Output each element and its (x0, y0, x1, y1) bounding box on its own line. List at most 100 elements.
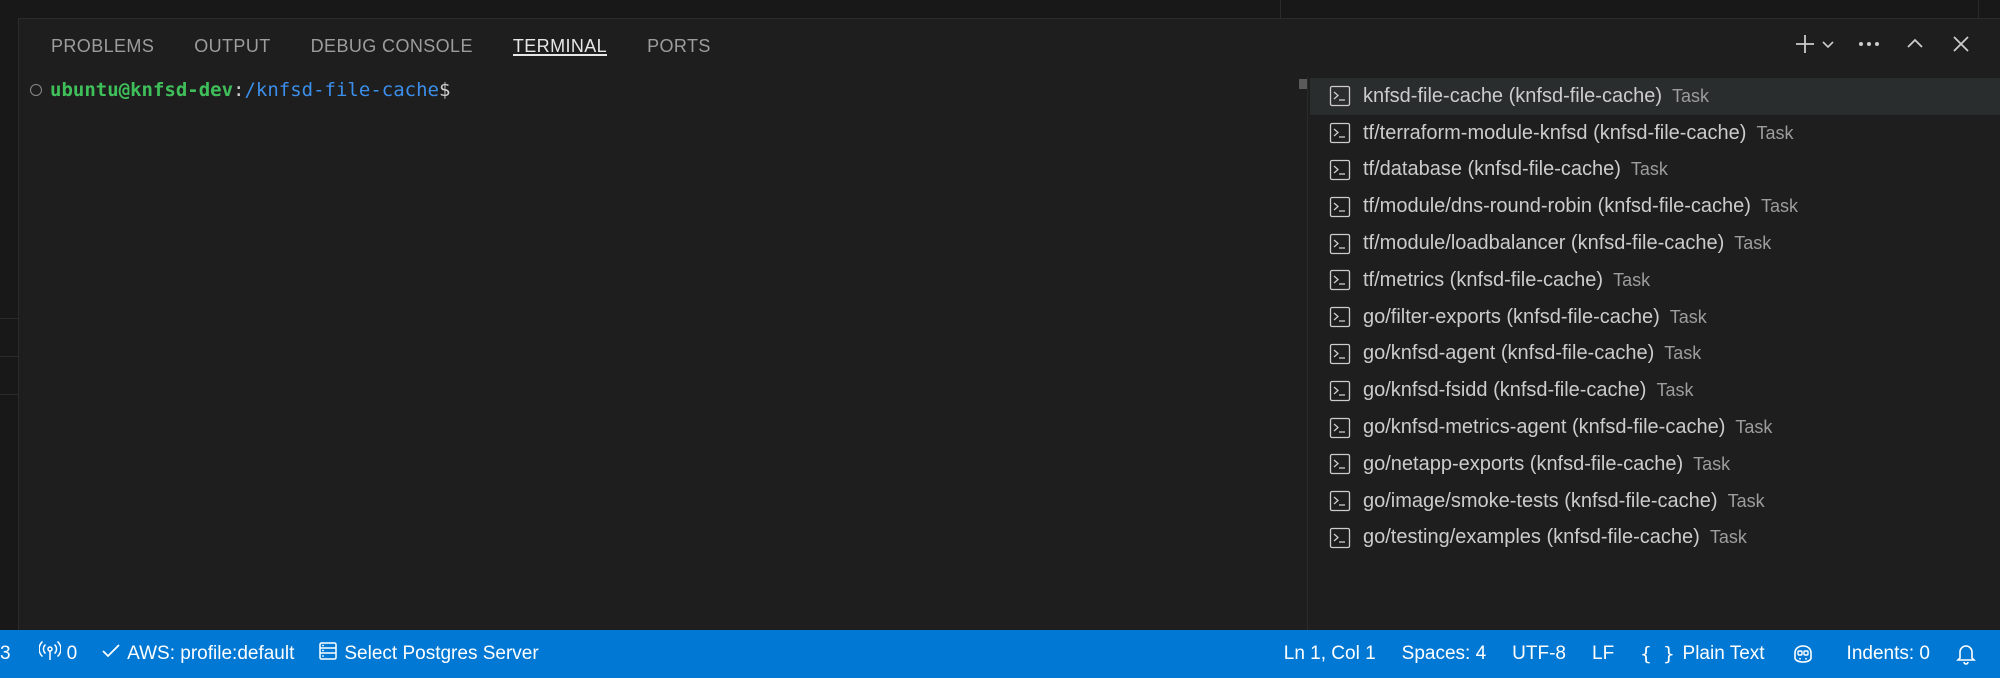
status-ports[interactable]: 0 (23, 630, 90, 678)
broadcast-icon (38, 640, 67, 667)
status-bar-left: 3 0 AWS: profile:default Select Postgres… (0, 630, 551, 678)
terminal-list-sash[interactable] (1307, 77, 1308, 630)
terminal-kind: Task (1669, 306, 1707, 327)
chevron-down-icon[interactable] (1820, 31, 1836, 57)
status-indentation[interactable]: Spaces: 4 (1388, 630, 1499, 678)
database-icon (318, 641, 344, 667)
terminal-list-item[interactable]: tf/terraform-module-knfsd (knfsd-file-ca… (1310, 115, 2000, 152)
terminal-icon (1329, 417, 1351, 439)
terminal-kind: Task (1727, 490, 1765, 511)
status-language-label: Plain Text (1682, 643, 1765, 664)
terminal-list-item[interactable]: tf/module/loadbalancer (knfsd-file-cache… (1310, 225, 2000, 262)
status-aws-profile[interactable]: AWS: profile:default (89, 630, 306, 678)
prompt-path: /knfsd-file-cache (244, 79, 439, 101)
chevron-up-icon[interactable] (1902, 31, 1928, 57)
terminal-icon (1329, 380, 1351, 402)
terminal-kind: Task (1734, 233, 1772, 254)
terminal-list-item[interactable]: go/knfsd-fsidd (knfsd-file-cache) Task (1310, 372, 2000, 409)
tab-debug-console[interactable]: DEBUG CONSOLE (311, 19, 473, 60)
terminal-name: go/filter-exports (knfsd-file-cache) (1363, 305, 1660, 328)
divider (1280, 0, 1281, 18)
terminal-icon (1329, 196, 1351, 218)
terminal-kind: Task (1630, 159, 1668, 180)
terminal-name: go/testing/examples (knfsd-file-cache) (1363, 526, 1700, 549)
terminal-kind: Task (1756, 122, 1794, 143)
terminal-kind: Task (1760, 196, 1798, 217)
status-eol[interactable]: LF (1578, 630, 1626, 678)
terminal-kind: Task (1656, 380, 1694, 401)
command-decoration-icon[interactable] (30, 84, 42, 96)
braces-icon: { } (1640, 643, 1675, 665)
close-icon[interactable] (1948, 31, 1974, 57)
prompt-user-host: ubuntu@knfsd-dev (50, 79, 234, 101)
status-ports-count: 0 (66, 643, 78, 664)
terminal-name: tf/terraform-module-knfsd (knfsd-file-ca… (1363, 121, 1747, 144)
tab-ports[interactable]: PORTS (647, 19, 711, 60)
status-cursor-position[interactable]: Ln 1, Col 1 (1272, 630, 1388, 678)
terminal-icon (1329, 233, 1351, 255)
terminal-name: go/knfsd-fsidd (knfsd-file-cache) (1363, 379, 1647, 402)
check-icon (101, 642, 127, 666)
editor-bottom-border (18, 0, 2000, 19)
status-count[interactable]: 3 (0, 630, 23, 678)
terminal-list-item[interactable]: tf/module/dns-round-robin (knfsd-file-ca… (1310, 188, 2000, 225)
terminal-icon (1329, 306, 1351, 328)
terminal-list-item[interactable]: go/filter-exports (knfsd-file-cache) Tas… (1310, 299, 2000, 336)
editor-edge (0, 0, 19, 630)
terminal-icon (1329, 159, 1351, 181)
terminal-kind: Task (1709, 527, 1747, 548)
bottom-panel: PROBLEMS OUTPUT DEBUG CONSOLE TERMINAL P… (19, 19, 2000, 630)
divider (0, 318, 18, 319)
terminal-icon (1329, 85, 1351, 107)
tab-terminal[interactable]: TERMINAL (512, 19, 608, 60)
bell-icon[interactable] (1942, 630, 2000, 678)
terminal-name: tf/metrics (knfsd-file-cache) (1363, 268, 1604, 291)
terminal-icon (1329, 453, 1351, 475)
terminal-prompt[interactable]: ubuntu@knfsd-dev : /knfsd-file-cache $ (30, 77, 450, 103)
terminal-name: go/netapp-exports (knfsd-file-cache) (1363, 452, 1684, 475)
status-indents[interactable]: Indents: 0 (1833, 630, 1942, 678)
terminal-list-item[interactable]: knfsd-file-cache (knfsd-file-cache) Task (1310, 78, 2000, 115)
terminal-icon (1329, 269, 1351, 291)
terminal-icon (1329, 343, 1351, 365)
divider (0, 356, 18, 357)
terminal-list-item[interactable]: go/knfsd-metrics-agent (knfsd-file-cache… (1310, 409, 2000, 446)
terminal-tabs-list: knfsd-file-cache (knfsd-file-cache) Task… (1310, 78, 2000, 630)
divider (0, 394, 18, 395)
terminal-kind: Task (1664, 343, 1702, 364)
tab-output[interactable]: OUTPUT (194, 19, 270, 60)
status-aws-label: AWS: profile:default (127, 643, 295, 664)
scrollbar-thumb[interactable] (1299, 79, 1307, 89)
terminal-list-item[interactable]: tf/database (knfsd-file-cache) Task (1310, 152, 2000, 189)
status-count-label: 3 (0, 643, 11, 664)
status-bar-right: Ln 1, Col 1 Spaces: 4 UTF-8 LF { } Plain… (1272, 630, 2000, 678)
prompt-symbol: $ (438, 79, 451, 101)
panel-actions (1792, 31, 1974, 57)
terminal-list-item[interactable]: tf/metrics (knfsd-file-cache) Task (1310, 262, 2000, 299)
terminal-list-item[interactable]: go/testing/examples (knfsd-file-cache) T… (1310, 520, 2000, 557)
tab-problems[interactable]: PROBLEMS (51, 19, 154, 60)
copilot-icon[interactable] (1777, 630, 1833, 678)
divider (1978, 0, 1979, 18)
terminal-list-item[interactable]: go/netapp-exports (knfsd-file-cache) Tas… (1310, 446, 2000, 483)
terminal-name: go/knfsd-agent (knfsd-file-cache) (1363, 342, 1655, 365)
status-postgres[interactable]: Select Postgres Server (306, 630, 550, 678)
terminal-kind: Task (1672, 85, 1710, 106)
terminal-name: go/image/smoke-tests (knfsd-file-cache) (1363, 489, 1718, 512)
status-language[interactable]: { } Plain Text (1626, 630, 1776, 678)
panel-tabs: PROBLEMS OUTPUT DEBUG CONSOLE TERMINAL P… (19, 19, 2000, 77)
terminal-list-item[interactable]: go/knfsd-agent (knfsd-file-cache) Task (1310, 336, 2000, 373)
terminal-icon (1329, 490, 1351, 512)
terminal-name: tf/module/dns-round-robin (knfsd-file-ca… (1363, 195, 1751, 218)
terminal-icon (1329, 527, 1351, 549)
terminal-name: knfsd-file-cache (knfsd-file-cache) (1363, 84, 1662, 107)
status-postgres-label: Select Postgres Server (344, 643, 539, 664)
terminal-icon (1329, 122, 1351, 144)
plus-icon[interactable] (1792, 31, 1818, 57)
status-bar: 3 0 AWS: profile:default Select Postgres… (0, 630, 2000, 678)
ellipsis-icon[interactable] (1856, 31, 1882, 57)
terminal-list-item[interactable]: go/image/smoke-tests (knfsd-file-cache) … (1310, 483, 2000, 520)
status-encoding[interactable]: UTF-8 (1498, 630, 1578, 678)
prompt-colon: : (233, 79, 245, 101)
terminal-kind: Task (1735, 417, 1773, 438)
